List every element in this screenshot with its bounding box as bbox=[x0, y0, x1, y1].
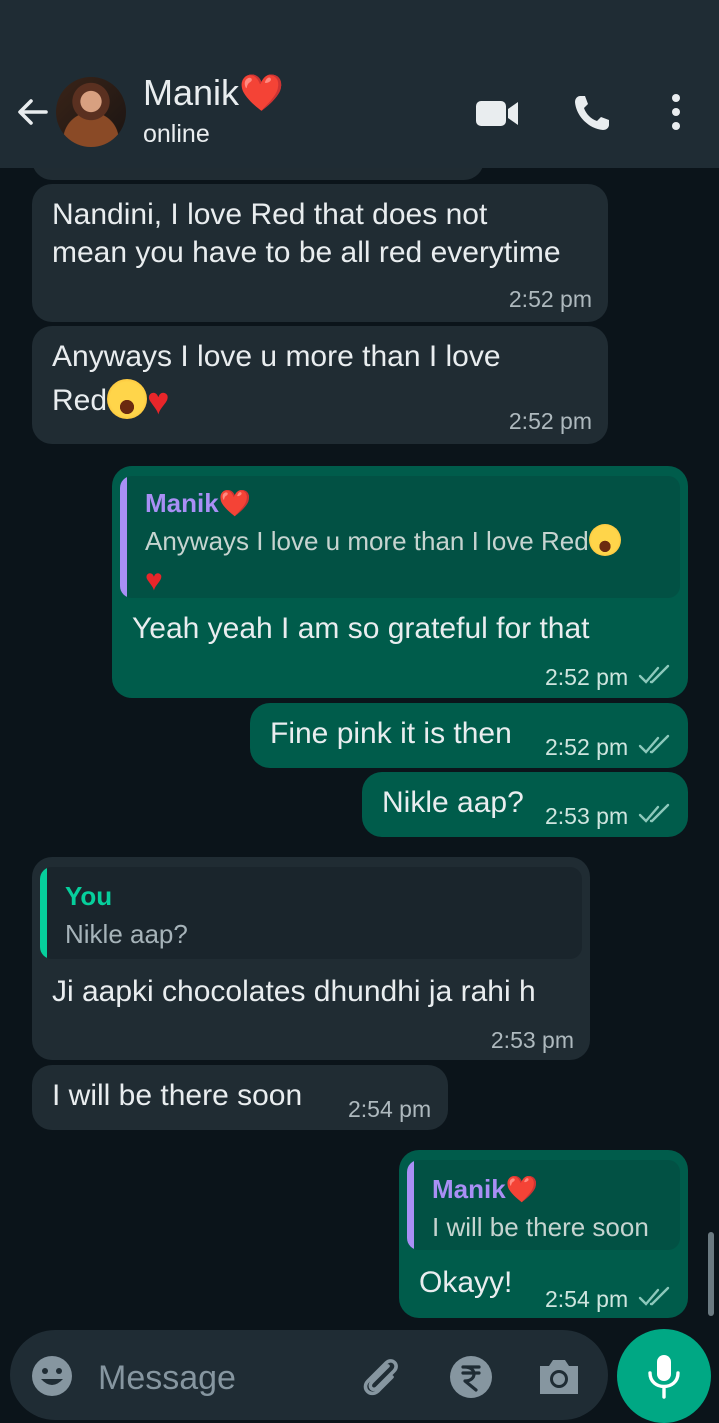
message-incoming[interactable]: I will be there soon 2:54 pm bbox=[32, 1065, 448, 1130]
message-time: 2:54 pm bbox=[348, 1096, 432, 1122]
video-call-icon[interactable] bbox=[474, 92, 520, 134]
quote-author: Manik❤️ bbox=[145, 488, 252, 518]
quote-text: I will be there soon bbox=[432, 1212, 649, 1242]
read-ticks-icon bbox=[638, 664, 670, 684]
contact-name[interactable]: Manik❤️ bbox=[143, 72, 284, 114]
message-text-line: Red ♥ bbox=[52, 379, 170, 424]
read-ticks-icon bbox=[638, 803, 670, 823]
message-text: I will be there soon bbox=[52, 1079, 303, 1112]
message-time: 2:52 pm bbox=[545, 664, 629, 690]
mic-icon bbox=[648, 1355, 680, 1399]
scrollbar[interactable] bbox=[708, 1232, 714, 1316]
quote-author: Manik❤️ bbox=[432, 1174, 539, 1204]
message-text: mean you have to be all red everytime bbox=[52, 236, 561, 269]
chat-area[interactable]: Nandini, I love Red that does not mean y… bbox=[0, 168, 719, 1330]
heart-emoji: ♥ bbox=[147, 381, 170, 424]
chat-header: Manik❤️ online bbox=[0, 0, 719, 168]
avatar[interactable] bbox=[56, 77, 126, 147]
message-time: 2:53 pm bbox=[490, 1027, 574, 1053]
message-time: 2:52 pm bbox=[545, 734, 629, 760]
message-outgoing[interactable]: Nikle aap? 2:53 pm bbox=[362, 772, 688, 837]
back-arrow-icon[interactable] bbox=[12, 92, 52, 132]
rupee-icon[interactable] bbox=[448, 1354, 494, 1400]
message-text: Anyways I love u more than I love bbox=[52, 340, 501, 373]
message-incoming[interactable]: Nandini, I love Red that does not mean y… bbox=[32, 184, 608, 322]
quoted-message[interactable]: You Nikle aap? bbox=[40, 867, 582, 959]
heart-emoji: ❤️ bbox=[505, 1174, 539, 1204]
message-outgoing[interactable]: Manik❤️ I will be there soon Okayy! 2:54… bbox=[399, 1150, 688, 1318]
message-incoming[interactable]: You Nikle aap? Ji aapki chocolates dhund… bbox=[32, 857, 590, 1060]
message-text: Okayy! bbox=[419, 1266, 513, 1299]
quoted-message[interactable]: Manik❤️ I will be there soon bbox=[407, 1160, 680, 1250]
message-text: Fine pink it is then bbox=[270, 717, 512, 750]
read-ticks-icon bbox=[638, 1286, 670, 1306]
contact-status: online bbox=[143, 120, 210, 148]
message-incoming[interactable]: Anyways I love u more than I love Red ♥ 2… bbox=[32, 326, 608, 444]
message-time: 2:54 pm bbox=[545, 1286, 629, 1312]
message-time: 2:52 pm bbox=[508, 408, 592, 434]
quote-text: Nikle aap? bbox=[65, 919, 188, 949]
emoji-icon[interactable] bbox=[30, 1354, 74, 1398]
message-bubble-partial bbox=[32, 168, 484, 180]
message-composer bbox=[10, 1330, 608, 1420]
quoted-message[interactable]: Manik❤️ Anyways I love u more than I lov… bbox=[120, 476, 680, 598]
message-text: Nandini, I love Red that does not bbox=[52, 198, 488, 231]
camera-icon[interactable] bbox=[536, 1356, 582, 1398]
phone-icon[interactable] bbox=[570, 92, 616, 134]
attach-icon[interactable] bbox=[358, 1354, 404, 1400]
message-text: Ji aapki chocolates dhundhi ja rahi h bbox=[52, 975, 536, 1008]
heart-emoji: ♥ bbox=[145, 564, 163, 598]
message-text: Nikle aap? bbox=[382, 786, 524, 819]
message-outgoing[interactable]: Fine pink it is then 2:52 pm bbox=[250, 703, 688, 768]
heart-emoji: ❤️ bbox=[218, 488, 252, 518]
quote-bar bbox=[40, 867, 47, 959]
laughing-emoji bbox=[588, 524, 621, 557]
read-ticks-icon bbox=[638, 734, 670, 754]
quote-bar bbox=[407, 1160, 414, 1250]
quote-text-line: ♥ bbox=[145, 562, 163, 598]
heart-emoji: ❤️ bbox=[239, 72, 284, 113]
quote-bar bbox=[120, 476, 127, 598]
message-time: 2:53 pm bbox=[545, 803, 629, 829]
quote-text: Anyways I love u more than I love Red bbox=[145, 524, 621, 559]
message-text: Yeah yeah I am so grateful for that bbox=[132, 612, 590, 645]
message-time: 2:52 pm bbox=[508, 286, 592, 312]
message-input[interactable] bbox=[96, 1354, 350, 1402]
mic-button[interactable] bbox=[617, 1329, 711, 1423]
more-vert-icon[interactable] bbox=[655, 92, 701, 134]
quote-author: You bbox=[65, 881, 113, 911]
message-outgoing[interactable]: Manik❤️ Anyways I love u more than I lov… bbox=[112, 466, 688, 698]
laughing-emoji bbox=[107, 379, 148, 420]
